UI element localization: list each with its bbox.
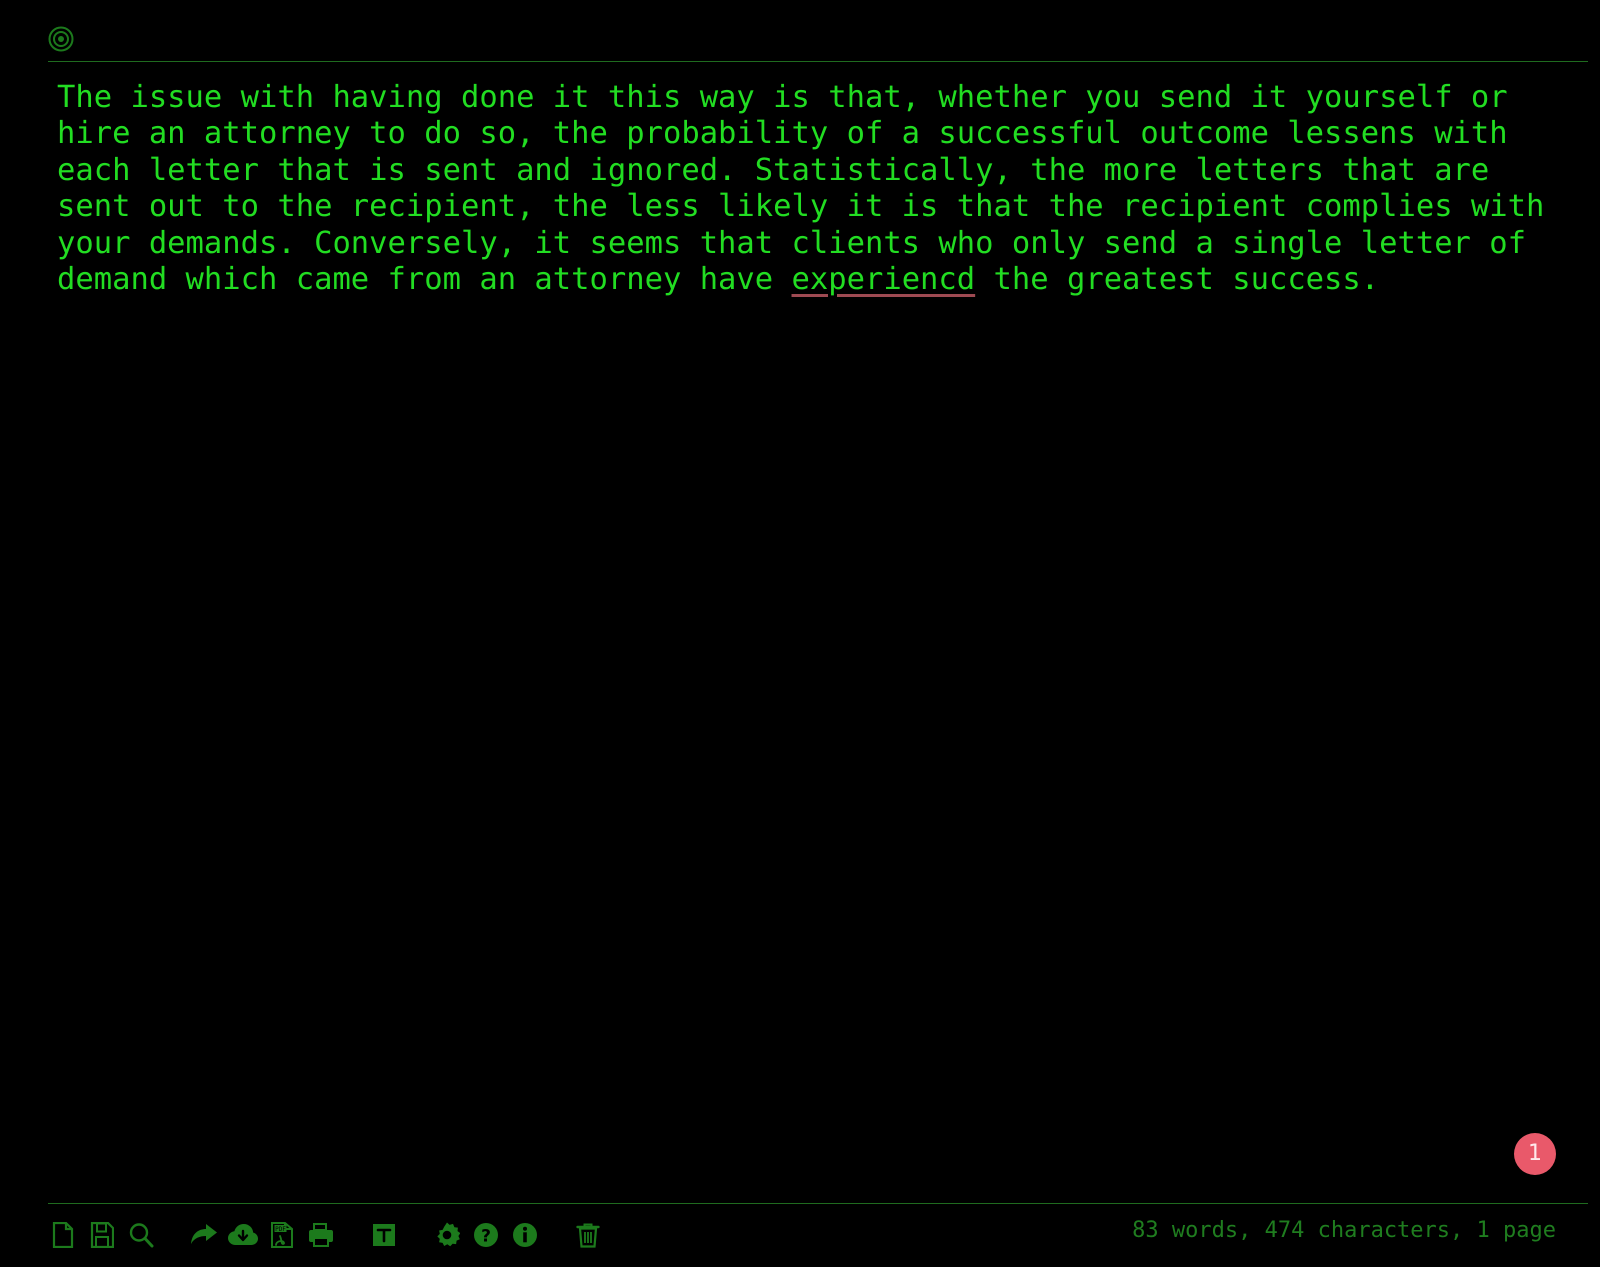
svg-text:PDF: PDF — [275, 1226, 286, 1233]
target-bullseye-icon[interactable] — [48, 26, 74, 52]
toolbar-icon-group: PDF ? — [48, 1215, 603, 1255]
trash-icon[interactable] — [573, 1219, 603, 1251]
page-count-badge[interactable]: 1 — [1514, 1133, 1556, 1175]
misspelled-word[interactable]: experiencd — [792, 262, 976, 297]
text-editor-window: The issue with having done it this way i… — [0, 0, 1600, 1267]
text-format-icon[interactable] — [369, 1219, 399, 1251]
svg-text:?: ? — [481, 1227, 491, 1247]
top-bar — [0, 0, 1600, 62]
pdf-export-icon[interactable]: PDF — [267, 1219, 297, 1251]
share-icon[interactable] — [189, 1219, 219, 1251]
bottom-toolbar: PDF ? 83 words, 474 characters, 1 page — [0, 1195, 1600, 1267]
bottom-divider — [48, 1203, 1588, 1204]
cloud-download-icon[interactable] — [228, 1219, 258, 1251]
document-text[interactable]: The issue with having done it this way i… — [57, 80, 1557, 298]
status-bar-text: 83 words, 474 characters, 1 page — [1132, 1218, 1556, 1243]
new-document-icon[interactable] — [48, 1219, 78, 1251]
help-icon[interactable]: ? — [471, 1219, 501, 1251]
document-editor-area[interactable]: The issue with having done it this way i… — [0, 62, 1600, 1192]
document-text-part-2: the greatest success. — [975, 262, 1380, 298]
settings-gear-icon[interactable] — [432, 1219, 462, 1251]
print-icon[interactable] — [306, 1219, 336, 1251]
info-icon[interactable] — [510, 1219, 540, 1251]
save-icon[interactable] — [87, 1219, 117, 1251]
search-icon[interactable] — [126, 1219, 156, 1251]
